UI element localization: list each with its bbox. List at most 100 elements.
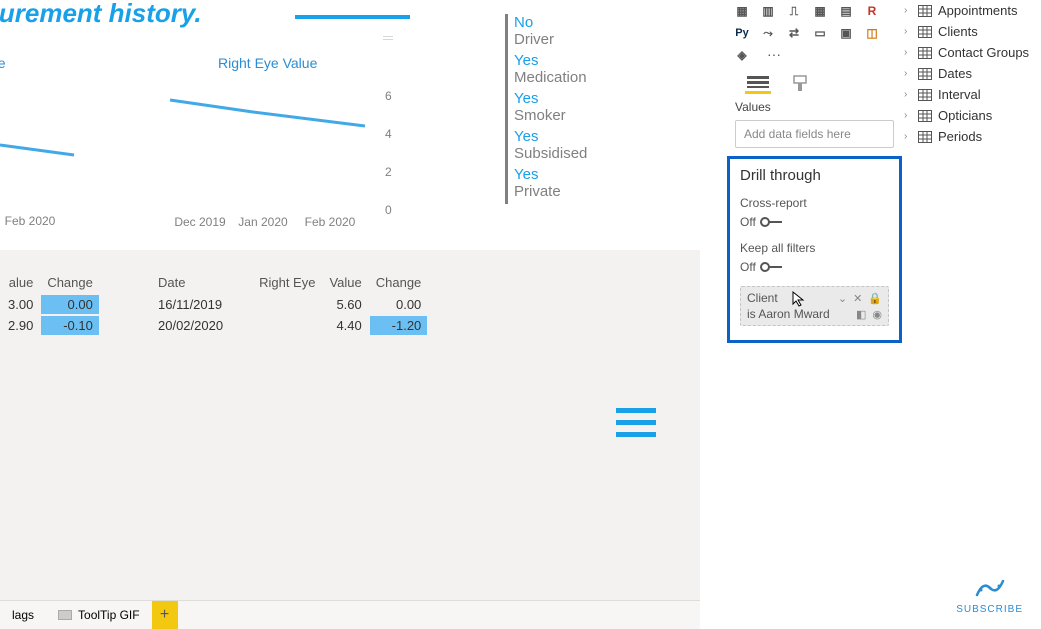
chevron-right-icon: › [904, 110, 912, 121]
table-row[interactable]: 20/02/2020 4.40 -1.20 [152, 316, 427, 335]
chevron-right-icon: › [904, 5, 912, 16]
chevron-right-icon: › [904, 26, 912, 37]
chevron-right-icon: › [904, 131, 912, 142]
slicer-item[interactable]: YesSmoker [514, 90, 587, 124]
more-visuals-icon[interactable]: ··· [759, 46, 781, 64]
slicer-item[interactable]: YesPrivate [514, 166, 587, 200]
keep-filters-toggle[interactable]: Off [740, 260, 889, 274]
axis-tick: Jan 2020 [238, 215, 288, 229]
values-section-label: Values [727, 100, 902, 114]
viz-import-icon[interactable]: ◫ [863, 24, 881, 42]
cell: 16/11/2019 [152, 295, 229, 314]
cell: 0.00 [41, 295, 99, 314]
slicer-label: Smoker [514, 107, 587, 124]
slicer-value: Yes [514, 128, 587, 145]
col-header: Date [152, 272, 229, 293]
lock-icon[interactable]: 🔒 [868, 292, 882, 305]
left-table[interactable]: alue Change 3.00 0.00 2.90 -0.10 [0, 270, 101, 337]
viz-type-icon[interactable]: ▦ [733, 2, 751, 20]
axis-tick: Feb 2020 [305, 215, 356, 229]
table-icon [918, 89, 932, 101]
chart-right-title: Right Eye Value [218, 55, 317, 71]
table-row[interactable]: 16/11/2019 5.60 0.00 [152, 295, 427, 314]
viz-r-icon[interactable]: R [863, 2, 881, 20]
slicer-item[interactable]: NoDriver [514, 14, 587, 48]
axis-tick: 0 [385, 203, 392, 217]
field-table-clients[interactable]: › Clients [900, 21, 1041, 42]
field-table-appointments[interactable]: ›Appointments [900, 0, 1041, 21]
cell: -1.20 [370, 316, 428, 335]
chevron-down-icon[interactable]: ⌄ [838, 292, 847, 305]
viz-type-icon[interactable]: ▭ [811, 24, 829, 42]
viz-type-icon[interactable]: ⤳ [759, 24, 777, 42]
viz-type-icon[interactable]: ◈ [733, 46, 751, 64]
field-table-contact-groups[interactable]: ›Contact Groups [900, 42, 1041, 63]
viz-type-icon[interactable]: ▦ [811, 2, 829, 20]
slicer-item[interactable]: YesSubsidised [514, 128, 587, 162]
field-table-dates[interactable]: ›Dates [900, 63, 1041, 84]
chart-right[interactable]: 6 4 2 0 Dec 2019 Jan 2020 Feb 2020 [140, 70, 400, 250]
slicer-card[interactable]: NoDriverYesMedicationYesSmokerYesSubsidi… [505, 14, 587, 204]
slicer-label: Private [514, 183, 587, 200]
field-label: Opticians [938, 108, 992, 123]
cell: 20/02/2020 [152, 316, 229, 335]
menu-button[interactable] [616, 408, 656, 437]
format-mode-button[interactable] [789, 74, 815, 94]
field-label: Interval [938, 87, 981, 102]
field-label: Dates [938, 66, 972, 81]
tab-tooltip-gif[interactable]: ToolTip GIF [46, 601, 152, 629]
tab-partial[interactable]: lags [0, 601, 46, 629]
axis-tick: 6 [385, 89, 392, 103]
field-table-opticians[interactable]: › Opticians [900, 105, 1041, 126]
slicer-value: Yes [514, 90, 587, 107]
cell [231, 316, 321, 335]
viz-python-icon[interactable]: Py [733, 24, 751, 42]
image-icon [58, 610, 72, 620]
keep-filters-label: Keep all filters [740, 241, 889, 255]
slicer-value: No [514, 14, 587, 31]
page-tabs: lags ToolTip GIF + [0, 600, 700, 629]
axis-tick: 2 [385, 165, 392, 179]
visual-grip-icon[interactable] [383, 36, 393, 42]
eye-icon[interactable]: ◉ [872, 308, 882, 321]
field-table-periods[interactable]: ›Periods [900, 126, 1041, 147]
table-icon [918, 110, 932, 122]
add-page-button[interactable]: + [152, 601, 178, 629]
col-header: Change [41, 272, 99, 293]
slicer-label: Medication [514, 69, 587, 86]
axis-tick: Feb 2020 [5, 214, 56, 228]
viz-type-icon[interactable]: ▣ [837, 24, 855, 42]
visualizations-pane: ▦ ▥ ⎍ ▦ ▤ R Py ⤳ ⇄ ▭ ▣ ◫ ◈ ··· Values Ad… [727, 0, 902, 343]
chart-left[interactable]: Feb 2020 [0, 70, 120, 250]
table-icon [918, 5, 932, 17]
viz-type-icon[interactable]: ▤ [837, 2, 855, 20]
erase-icon[interactable]: ◧ [856, 308, 866, 321]
drillthrough-field-chip[interactable]: Client ⌄ ✕ 🔒 is Aaron Mward ◧ ◉ [740, 286, 889, 326]
cursor-icon [791, 290, 807, 308]
cross-report-toggle[interactable]: Off [740, 215, 889, 229]
subscribe-watermark: SUBSCRIBE [956, 577, 1023, 615]
remove-icon[interactable]: ✕ [853, 292, 862, 305]
slicer-item[interactable]: YesMedication [514, 52, 587, 86]
slicer-label: Subsidised [514, 145, 587, 162]
viz-type-icon[interactable]: ▥ [759, 2, 777, 20]
table-icon [918, 68, 932, 80]
right-table[interactable]: Date Right Eye Value Change 16/11/2019 5… [150, 270, 429, 337]
field-label: Clients [938, 24, 978, 39]
cell: 0.00 [370, 295, 428, 314]
cell: 3.00 [2, 295, 39, 314]
fields-mode-button[interactable] [745, 74, 771, 94]
viz-type-icon[interactable]: ⇄ [785, 24, 803, 42]
chevron-right-icon: › [904, 89, 912, 100]
values-field-well[interactable]: Add data fields here [735, 120, 894, 148]
table-icon [918, 26, 932, 38]
col-header: Change [370, 272, 428, 293]
chevron-right-icon: › [904, 47, 912, 58]
slicer-value: Yes [514, 166, 587, 183]
table-row[interactable]: 3.00 0.00 [2, 295, 99, 314]
page-title: nt eye measurement history. [0, 0, 500, 29]
field-table-interval[interactable]: › Interval [900, 84, 1041, 105]
viz-type-icon[interactable]: ⎍ [785, 2, 803, 20]
col-header: alue [2, 272, 39, 293]
table-row[interactable]: 2.90 -0.10 [2, 316, 99, 335]
